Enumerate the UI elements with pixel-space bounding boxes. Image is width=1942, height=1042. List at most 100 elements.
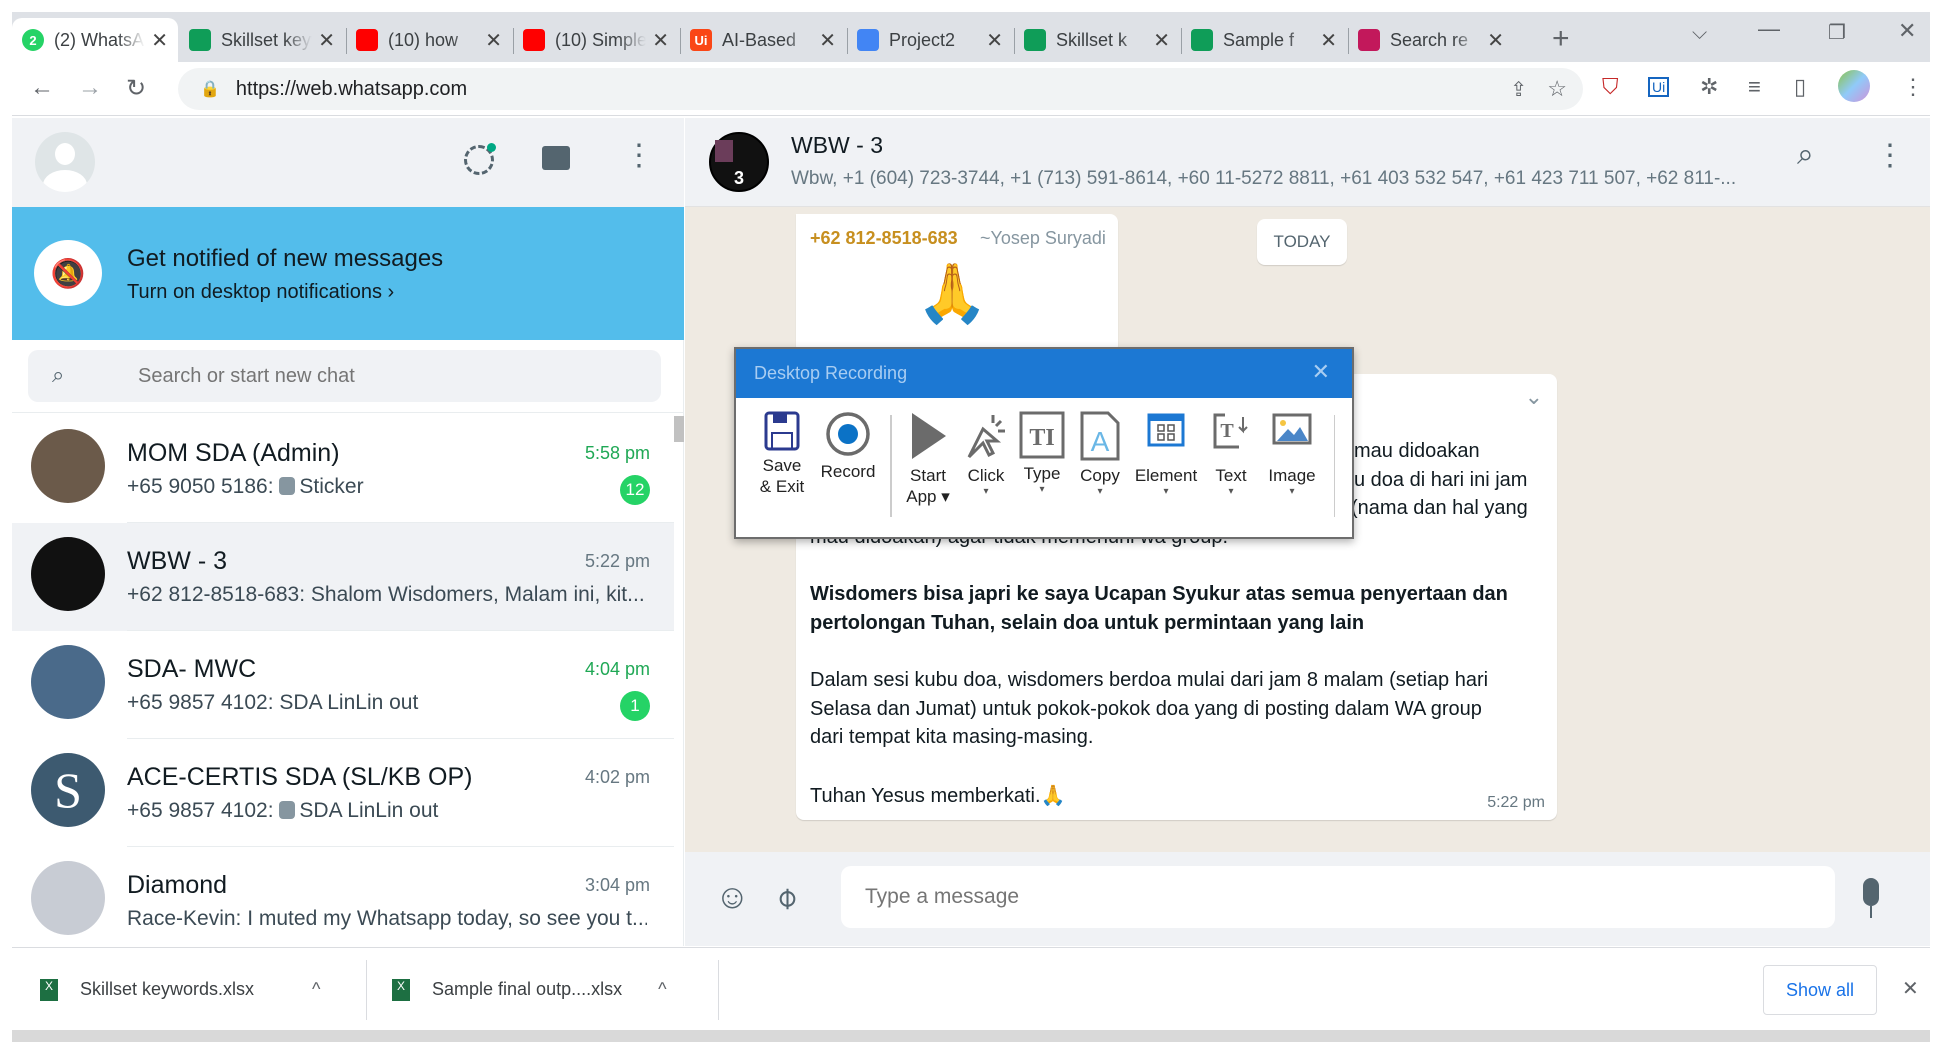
excel-file-icon: X (40, 978, 58, 1001)
search-input[interactable] (138, 350, 638, 402)
menu-icon[interactable]: ⋮ (624, 138, 654, 173)
share-icon[interactable]: ⇪ (1510, 77, 1527, 102)
tab-title: Project2 (889, 29, 956, 50)
record-button[interactable]: Record (818, 411, 878, 482)
new-tab-button[interactable]: + (1552, 22, 1570, 56)
tab-title: (2) WhatsApp (54, 29, 145, 50)
tab-5[interactable]: Project2 ✕ (847, 18, 1013, 62)
profile-avatar[interactable] (1838, 70, 1870, 102)
chat-row[interactable]: MOM SDA (Admin) 5:58 pm +65 9050 5186: S… (12, 415, 674, 523)
preview-text: +62 812-8518-683: Shalom Wisdomers, Mala… (127, 583, 645, 606)
tab-separator (1014, 28, 1015, 54)
conversation-menu-icon[interactable]: ⋮ (1875, 138, 1905, 173)
tab-close-icon[interactable]: ✕ (151, 28, 168, 53)
side-panel-icon[interactable]: ▯ (1794, 74, 1806, 100)
search-box[interactable]: ⌕ (28, 350, 661, 402)
my-avatar[interactable] (35, 132, 95, 192)
search-messages-icon[interactable]: ⌕ (1797, 138, 1814, 172)
search-icon: ⌕ (52, 362, 65, 387)
image-button[interactable]: Image ▾ (1262, 411, 1322, 498)
uipath-icon: Ui (690, 29, 712, 51)
attach-icon[interactable]: ⌀ (767, 879, 805, 917)
date-chip: TODAY (1257, 219, 1347, 265)
tab-7[interactable]: Sample f ✕ (1181, 18, 1347, 62)
reload-icon[interactable]: ↻ (126, 74, 146, 103)
download-options-chevron-icon[interactable]: ^ (658, 979, 666, 1000)
minimize-button[interactable]: — (1758, 16, 1780, 42)
close-window-button[interactable]: ✕ (1898, 18, 1916, 44)
reading-list-icon[interactable]: ≡ (1748, 74, 1761, 100)
uipath-extension-icon[interactable]: Ui (1648, 77, 1670, 97)
start-app-button[interactable]: Start App ▾ (898, 411, 958, 507)
tab-search-icon[interactable]: ⌵ (1692, 22, 1707, 45)
element-button[interactable]: Element ▾ (1130, 411, 1202, 498)
close-downloads-button[interactable]: ✕ (1902, 976, 1919, 1001)
dialog-titlebar[interactable]: Desktop Recording ✕ (736, 349, 1352, 398)
tab-close-icon[interactable]: ✕ (652, 28, 669, 53)
click-button[interactable]: Click ▾ (956, 411, 1016, 498)
conversation-header[interactable]: 3 WBW - 3 Wbw, +1 (604) 723-3744, +1 (71… (685, 118, 1930, 207)
tab-close-icon[interactable]: ✕ (1487, 28, 1504, 53)
chat-list-scrollbar[interactable] (674, 416, 684, 442)
emoji-icon[interactable]: ☺ (715, 878, 750, 917)
tab-close-icon[interactable]: ✕ (819, 28, 836, 53)
floppy-save-icon (764, 411, 800, 451)
tab-3[interactable]: (10) Simple ✕ (513, 18, 679, 62)
message-time: 5:22 pm (1487, 794, 1545, 811)
microphone-icon[interactable] (1863, 878, 1879, 906)
group-members: Wbw, +1 (604) 723-3744, +1 (713) 591-861… (791, 168, 1737, 189)
tab-close-icon[interactable]: ✕ (1320, 28, 1337, 53)
download-options-chevron-icon[interactable]: ^ (312, 979, 320, 1000)
banner-title: Get notified of new messages (127, 245, 444, 272)
tab-title: (10) how (388, 29, 459, 50)
browser-menu-icon[interactable]: ⋮ (1902, 74, 1924, 100)
message-options-chevron-icon[interactable]: ⌄ (1525, 384, 1543, 410)
tab-1[interactable]: Skillset keywords ✕ (179, 18, 345, 62)
bookmark-star-icon[interactable]: ☆ (1547, 76, 1567, 102)
tab-separator (1181, 28, 1182, 54)
save-exit-button[interactable]: Save & Exit (752, 411, 812, 497)
restore-button[interactable]: ❐ (1828, 20, 1846, 45)
type-text-icon: TI (1019, 411, 1065, 459)
message-sender[interactable]: +62 812-8518-683 (810, 228, 958, 249)
download-item[interactable]: X Skillset keywords.xlsx ^ (40, 948, 321, 1031)
chat-row[interactable]: S ACE-CERTIS SDA (SL/KB OP) 4:02 pm +65 … (12, 739, 674, 847)
copy-button[interactable]: A Copy ▾ (1070, 411, 1130, 498)
enable-notifications-link[interactable]: Turn on desktop notifications › (127, 281, 394, 304)
tab-6[interactable]: Skillset k ✕ (1014, 18, 1180, 62)
message-input[interactable] (841, 866, 1835, 928)
unread-badge: 12 (620, 475, 650, 505)
download-item[interactable]: X Sample final outp....xlsx ^ (392, 948, 667, 1031)
chat-avatar (31, 645, 105, 719)
text-button[interactable]: T Text ▾ (1206, 411, 1256, 498)
tab-2[interactable]: (10) how ✕ (346, 18, 512, 62)
google-sheets-icon (189, 29, 211, 51)
avatar-letter: S (54, 762, 82, 818)
tab-0[interactable]: 2 (2) WhatsApp ✕ (12, 18, 178, 62)
message-line: dari tempat kita masing-masing. (810, 726, 1094, 748)
type-button[interactable]: TI Type ▾ (1012, 411, 1072, 496)
bell-off-icon: 🔕 (34, 240, 102, 306)
tab-close-icon[interactable]: ✕ (318, 28, 335, 53)
tab-close-icon[interactable]: ✕ (986, 28, 1003, 53)
chat-row[interactable]: SDA- MWC 4:04 pm +65 9857 4102: SDA LinL… (12, 631, 674, 739)
extensions-puzzle-icon[interactable]: ✲ (1700, 74, 1718, 100)
new-chat-icon[interactable] (542, 146, 570, 170)
tab-8[interactable]: Search re ✕ (1348, 18, 1514, 62)
tab-close-icon[interactable]: ✕ (1153, 28, 1170, 53)
tab-4[interactable]: Ui AI-Based ✕ (680, 18, 846, 62)
lock-icon: 🔒 (200, 81, 220, 98)
chat-row[interactable]: WBW - 3 5:22 pm +62 812-8518-683: Shalom… (12, 523, 674, 631)
composer: ☺ ⌀ (685, 852, 1930, 946)
unread-badge: 1 (620, 691, 650, 721)
dialog-close-button[interactable]: ✕ (1312, 359, 1330, 385)
notification-banner[interactable]: 🔕 Get notified of new messages Turn on d… (12, 207, 684, 340)
address-bar[interactable]: 🔒 https://web.whatsapp.com ⇪ ☆ (178, 68, 1583, 110)
show-all-button[interactable]: Show all (1763, 965, 1877, 1015)
back-icon[interactable]: ← (30, 74, 54, 102)
forward-icon[interactable]: → (78, 74, 102, 102)
url-text[interactable]: https://web.whatsapp.com (236, 78, 467, 101)
tab-close-icon[interactable]: ✕ (485, 28, 502, 53)
chat-row[interactable]: Diamond 3:04 pm Race-Kevin: I muted my W… (12, 847, 674, 955)
extension-shield-icon[interactable]: ⛉ (1602, 74, 1619, 100)
